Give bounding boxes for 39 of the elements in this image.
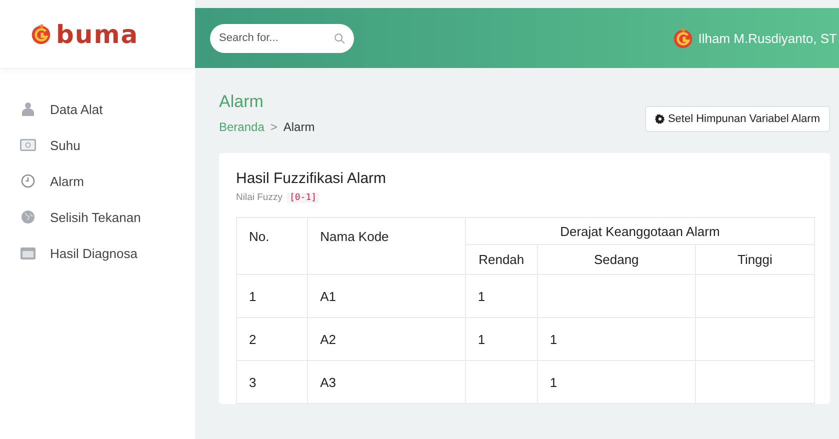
avatar-icon[interactable] <box>672 27 694 49</box>
table-cell: 1 <box>550 332 558 346</box>
table-cell: A1 <box>320 288 336 304</box>
column-header: Nama Kode <box>308 218 466 274</box>
range-code: [0-1] <box>287 192 319 202</box>
sidebar-item[interactable]: Alarm <box>0 171 84 191</box>
table-cell: 3 <box>249 374 256 390</box>
card-icon <box>20 246 36 260</box>
logo-icon <box>30 23 52 45</box>
breadcrumb-separator: > <box>270 120 278 134</box>
gear-icon <box>654 114 665 124</box>
sidebar-item[interactable]: Selisih Tekanan <box>0 207 141 227</box>
card-title: Hasil Fuzzifikasi Alarm <box>236 170 388 187</box>
sidebar-item[interactable]: Suhu <box>0 135 80 155</box>
table-cell: 1 <box>478 288 486 304</box>
sidebar-item[interactable]: Hasil Diagnosa <box>0 243 138 263</box>
table-cell: 1 <box>249 288 256 304</box>
table-cell: A2 <box>320 332 336 346</box>
table-cell: 1 <box>478 332 486 346</box>
user-icon <box>20 102 36 116</box>
table-cell: 2 <box>249 332 256 346</box>
search-icon[interactable] <box>334 32 345 44</box>
table-cell: A3 <box>320 374 336 390</box>
globe-icon <box>20 210 36 224</box>
settings-button[interactable]: Setel Himpunan Variabel Alarm <box>644 106 830 132</box>
column-header: Rendah <box>465 244 538 274</box>
column-header: Sedang <box>537 244 696 274</box>
search-field[interactable]: Search for... <box>210 24 354 52</box>
page-title: Alarm <box>219 92 264 112</box>
column-header: No. <box>236 218 308 274</box>
sidebar-item[interactable]: Data Alat <box>0 99 103 119</box>
banknote-icon <box>20 139 36 151</box>
clock-icon <box>20 174 36 188</box>
table-cell: 1 <box>550 374 558 390</box>
card-subtitle: Nilai Fuzzy <box>236 192 282 203</box>
logo-text: buma <box>56 22 139 46</box>
breadcrumb-current: Alarm <box>283 120 315 134</box>
column-header: Tinggi <box>695 244 814 274</box>
column-group-header: Derajat Keanggotaan Alarm <box>465 218 814 244</box>
